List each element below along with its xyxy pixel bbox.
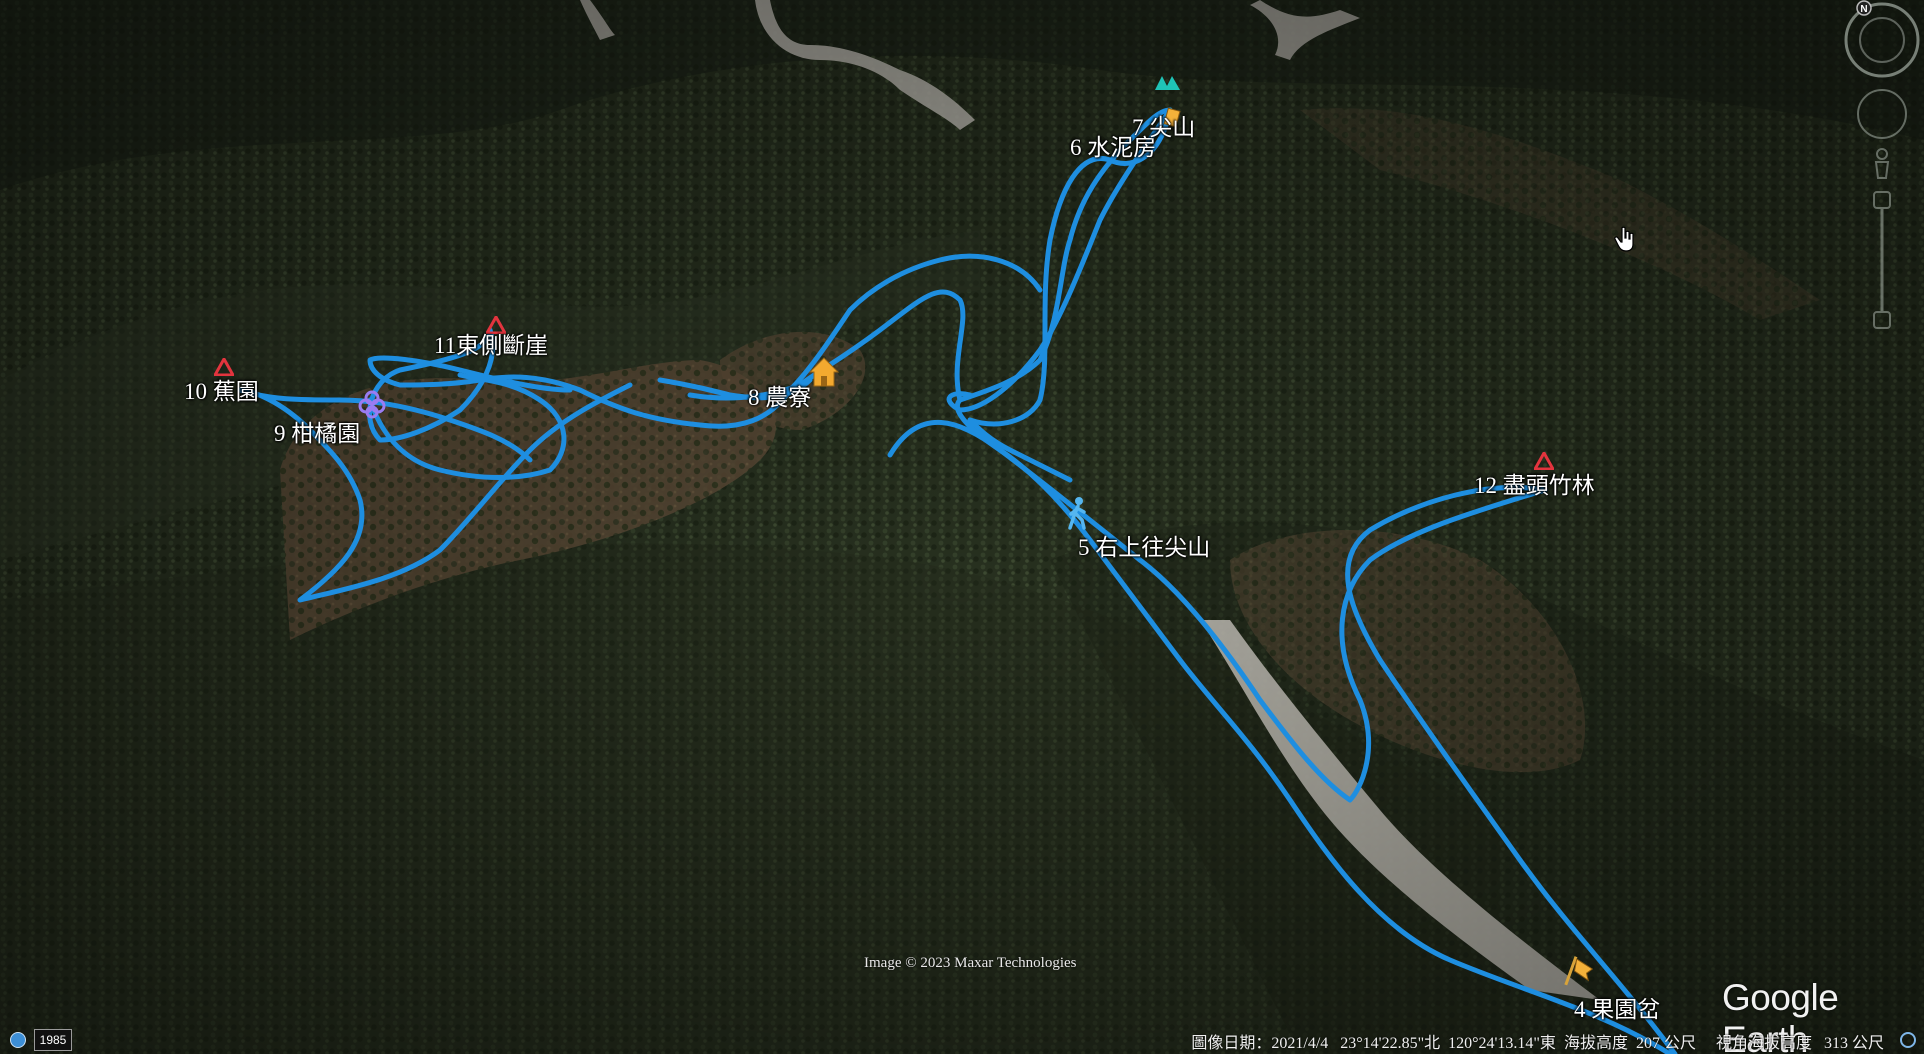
elevation-value: 207 公尺 [1635, 1035, 1696, 1052]
placemark-label-9[interactable]: 9 柑橘園 [274, 414, 360, 448]
placemark-label-11[interactable]: 11東側斷崖 [434, 326, 548, 360]
look-joystick[interactable] [1857, 89, 1907, 139]
imagery-date-label: 圖像日期： [1191, 1035, 1272, 1052]
placemark-label-4[interactable]: 4 果園岔 [1574, 990, 1660, 1024]
latitude-readout: 23°14'22.85"北 [1340, 1035, 1441, 1052]
track-segment-bamboo [887, 419, 1548, 803]
imagery-date: 2021/4/4 [1271, 1035, 1329, 1052]
placemark-label-5[interactable]: 5 右上往尖山 [1078, 528, 1210, 562]
earth-viewport[interactable]: 4 果園岔 5 右上往尖山 6 水泥房 7 尖山 8 農寮 9 柑橘園 10 蕉… [0, 0, 1924, 1054]
track-segment-tail [967, 417, 1073, 483]
placemark-label-8[interactable]: 8 農寮 [748, 378, 811, 412]
historical-imagery-icon[interactable] [10, 1032, 26, 1048]
flag-icon[interactable] [1560, 956, 1594, 990]
north-label: N [1860, 4, 1867, 15]
eye-altitude-value: 313 公尺 [1823, 1035, 1884, 1052]
status-bar: 1985 圖像日期：2021/4/4 23°14'22.85"北 120°24'… [0, 1026, 1924, 1054]
streaming-indicator-icon [1900, 1032, 1916, 1048]
placemark-label-12[interactable]: 12 盡頭竹林 [1474, 466, 1595, 500]
placemark-label-7[interactable]: 7 尖山 [1132, 108, 1195, 142]
track-segment-main [1345, 484, 1678, 1054]
historical-imagery-year[interactable]: 1985 [34, 1029, 72, 1051]
placemark-label-10[interactable]: 10 蕉園 [184, 372, 259, 406]
house-icon[interactable] [808, 356, 840, 388]
zoom-slider[interactable] [1873, 191, 1891, 329]
gps-track [237, 107, 1678, 1054]
navigation-controls[interactable]: N [1836, 0, 1924, 340]
longitude-readout: 120°24'13.14"東 [1448, 1035, 1556, 1052]
hand-cursor-icon [1614, 226, 1634, 252]
elevation-label: 海拔高度 [1563, 1035, 1628, 1052]
summit-triangle-icon[interactable] [1154, 74, 1186, 102]
fruit-icon[interactable] [356, 388, 388, 420]
imagery-copyright: Image © 2023 Maxar Technologies [864, 955, 1077, 971]
status-readout: 圖像日期：2021/4/4 23°14'22.85"北 120°24'13.14… [1191, 1029, 1884, 1053]
street-view-pegman-icon[interactable] [1874, 148, 1890, 179]
hiker-icon[interactable] [1064, 496, 1090, 530]
compass-ring[interactable] [1844, 2, 1920, 78]
eye-altitude-label: 視角海拔高度 [1715, 1035, 1812, 1052]
